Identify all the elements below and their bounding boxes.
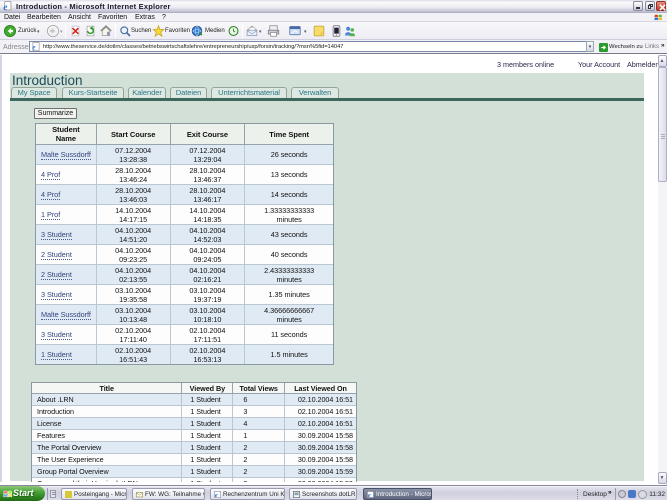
svg-text:e: e [368, 492, 371, 498]
svg-text:e: e [215, 492, 218, 498]
svg-text:e: e [3, 2, 7, 12]
